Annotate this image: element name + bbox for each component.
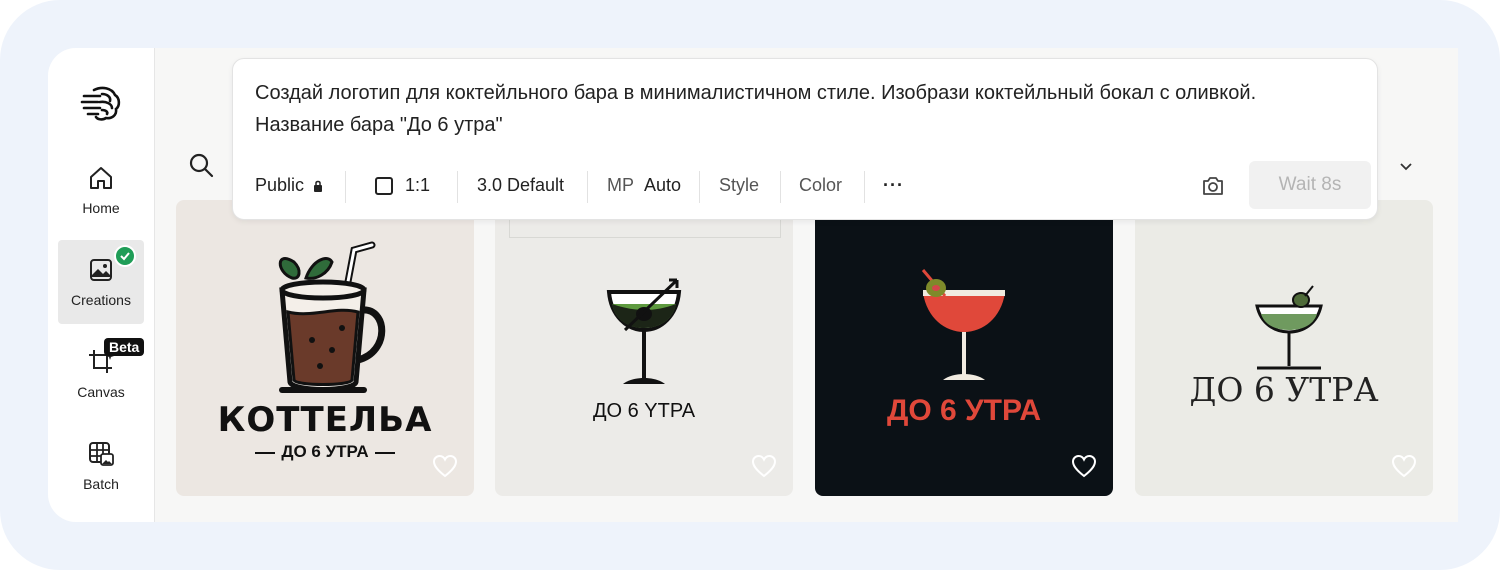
grid-image-icon (89, 442, 114, 466)
color-button[interactable]: Color (799, 175, 842, 196)
style-label: Style (719, 175, 760, 195)
sidebar-item-home[interactable]: Home (58, 148, 144, 232)
color-label: Color (799, 175, 843, 195)
megapixel-label: MP (607, 175, 634, 195)
image-icon (90, 259, 112, 281)
sidebar-item-label: Batch (83, 476, 119, 492)
divider (587, 171, 588, 203)
square-icon (375, 176, 393, 195)
card-title: ДО 6 УТРА (886, 394, 1042, 427)
card-title: ДО 6 YTPA (592, 400, 696, 422)
aspect-ratio-button[interactable]: 1:1 (375, 175, 430, 196)
home-icon (90, 167, 112, 189)
prompt-line-2: Название бара "До 6 утра" (255, 114, 503, 136)
card-subtitle-text: ДО 6 УТРА (281, 442, 369, 461)
sidebar-item-batch[interactable]: Batch (58, 424, 144, 508)
creation-card[interactable]: ДО 6 YTPA (495, 200, 793, 496)
sidebar-item-creations[interactable]: Creations (58, 240, 144, 324)
divider (699, 171, 700, 203)
divider (345, 171, 346, 203)
model-button[interactable]: 3.0 Default (477, 175, 564, 196)
card-title: КОТТЕЛЬА (217, 400, 433, 440)
megapixel-button[interactable]: MP Auto (607, 175, 681, 196)
creation-card[interactable]: ДО 6 УТРА (815, 200, 1113, 496)
creation-card[interactable]: ДО 6 УТРА (1135, 200, 1433, 496)
prompt-line-1: Создай логотип для коктейльного бара в м… (255, 82, 1257, 104)
camera-icon[interactable] (1201, 175, 1225, 197)
prompt-panel[interactable]: Создай логотип для коктейльного бара в м… (232, 58, 1378, 220)
check-badge-icon (114, 245, 136, 267)
visibility-label: Public (255, 175, 305, 195)
beta-badge: Beta (104, 338, 145, 356)
model-label: 3.0 Default (477, 175, 565, 195)
divider (780, 171, 781, 203)
generate-button[interactable]: Wait 8s (1249, 161, 1371, 209)
heart-icon[interactable] (1071, 454, 1097, 478)
creation-card[interactable]: КОТТЕЛЬА ДО 6 УТРА (176, 200, 474, 496)
lock-icon (314, 180, 323, 192)
prompt-input[interactable]: Создай логотип для коктейльного бара в м… (255, 77, 1335, 141)
sidebar-item-label: Canvas (77, 384, 125, 400)
card-subtitle: ДО 6 УТРА (176, 442, 474, 462)
heart-icon[interactable] (1391, 454, 1417, 478)
style-button[interactable]: Style (719, 175, 759, 196)
more-icon: ··· (883, 175, 904, 195)
divider (457, 171, 458, 203)
heart-icon[interactable] (751, 454, 777, 478)
heart-icon[interactable] (432, 454, 458, 478)
search-icon[interactable] (188, 152, 214, 178)
brain-logo-icon[interactable] (80, 82, 122, 124)
chevron-down-icon[interactable] (1398, 158, 1414, 174)
prompt-toolbar: Public 1:1 3.0 Default MP Auto Style Col… (233, 161, 1377, 209)
visibility-button[interactable]: Public (255, 175, 324, 196)
sidebar: Home Creations Canvas Beta Batch (48, 48, 155, 522)
megapixel-value: Auto (644, 175, 682, 195)
martini-olive-logo-image (1255, 285, 1323, 370)
martini-logo-image (606, 278, 682, 384)
sidebar-item-label: Creations (71, 292, 131, 308)
divider (864, 171, 865, 203)
aspect-ratio-label: 1:1 (405, 175, 431, 195)
more-options-button[interactable]: ··· (883, 175, 904, 196)
sidebar-item-label: Home (82, 200, 120, 216)
martini-red-logo-image (921, 269, 1005, 380)
card-title: ДО 6 УТРА (1189, 370, 1379, 409)
generate-button-label: Wait 8s (1278, 174, 1342, 195)
